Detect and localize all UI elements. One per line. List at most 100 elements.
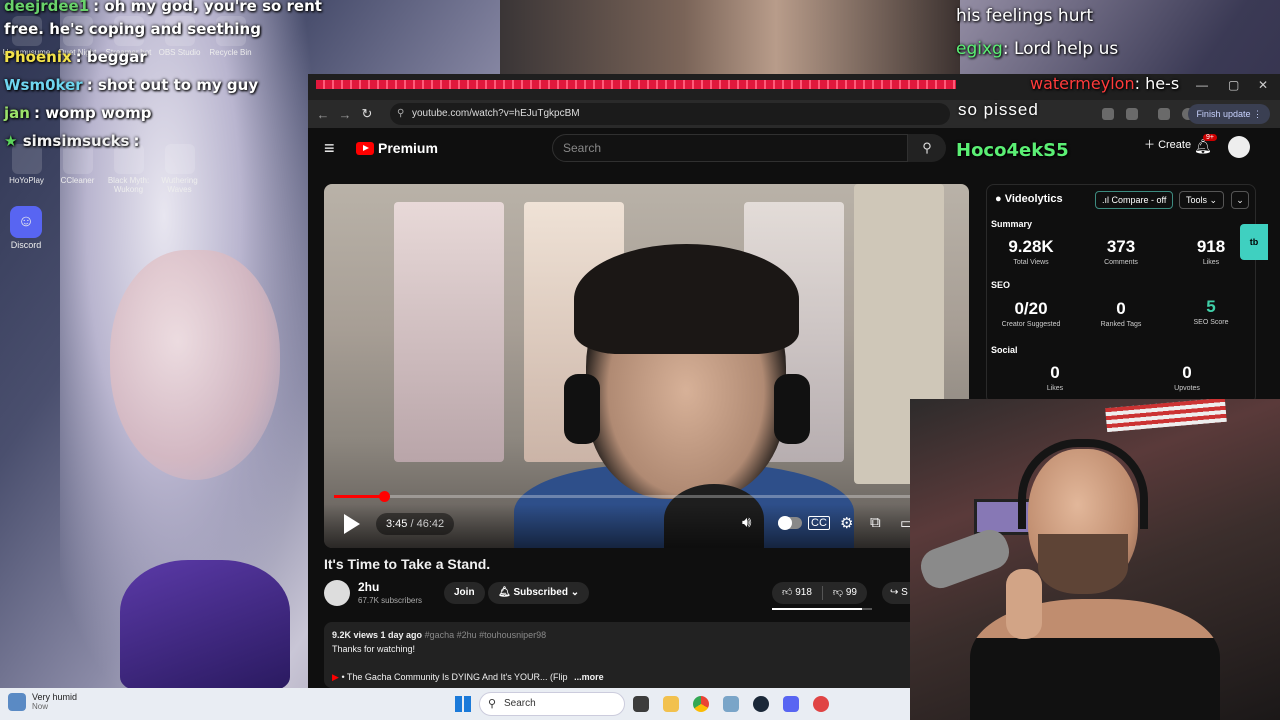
youtube-header: ≡ Premium Search ⚲ ＋ Create 🔔︎ 9+ (308, 128, 1280, 170)
desktop-icon-ccleaner[interactable]: CCleaner (53, 144, 102, 194)
chat-text: womp womp (45, 104, 152, 122)
wall-flag (1105, 399, 1227, 433)
wallpaper-character-face (110, 250, 280, 480)
like-dislike-group: 👍︎ 918 👎︎ 99 (772, 582, 867, 604)
extension-icon[interactable] (1158, 108, 1170, 120)
chat-text: free. he's coping and seething (4, 20, 261, 38)
chat-username: Wsm0ker (4, 76, 83, 94)
chat-message: deejrdee1: oh my god, you're so rent (4, 0, 322, 15)
notification-badge: 9+ (1203, 134, 1217, 141)
miniplayer-icon[interactable]: ⧉ (870, 514, 881, 531)
hamburger-menu-icon[interactable]: ≡ (324, 138, 335, 159)
progress-bar[interactable] (334, 491, 959, 502)
weather-widget[interactable]: Very humid Now (8, 692, 77, 711)
videolytics-logo-icon: ● (995, 193, 1002, 205)
play-button[interactable] (340, 512, 362, 536)
headphone-right (774, 374, 810, 444)
progress-scrubber[interactable] (379, 491, 390, 502)
subscribed-button[interactable]: 🔔︎ Subscribed ⌄ (488, 582, 590, 604)
chevron-down-icon: ⌄ (1209, 195, 1218, 205)
chat-message: Wsm0ker: shot out to my guy (4, 76, 259, 94)
finish-update-label: Finish update (1196, 109, 1251, 119)
settings-gear-icon[interactable]: ⚙ (840, 514, 853, 532)
streamer-hand (1006, 569, 1042, 639)
autoplay-toggle[interactable] (778, 516, 802, 530)
chat-username: watermeylon (1030, 74, 1135, 93)
stat-likes: 918 Likes (1171, 237, 1251, 266)
windows-start-icon[interactable] (455, 696, 471, 712)
chrome-icon[interactable] (693, 696, 709, 712)
maximize-icon[interactable]: ▢ (1228, 78, 1239, 92)
hashtags[interactable]: #gacha #2hu #touhousniper98 (425, 630, 547, 640)
forward-icon[interactable]: → (334, 107, 356, 122)
close-icon[interactable]: ✕ (1258, 78, 1268, 92)
desktop-icon-discord[interactable]: ☺ Discord (6, 206, 46, 250)
like-button[interactable]: 👍︎ 918 (772, 582, 822, 604)
stat-label: Likes (1202, 259, 1220, 266)
related-video-link[interactable]: • The Gacha Community Is DYING And It's … (341, 672, 567, 682)
desktop-icon-label: Wuthering Waves (161, 176, 198, 194)
videolytics-side-tab[interactable]: tb (1240, 224, 1268, 260)
volume-icon[interactable]: 🔊︎ (742, 514, 751, 531)
chat-text: Lord help us (1013, 39, 1119, 59)
chat-message: egixg: Lord help us (956, 39, 1119, 59)
stat-label: Creator Suggested (1001, 321, 1061, 328)
browser-tabs[interactable] (316, 80, 956, 89)
tools-dropdown[interactable]: Tools ⌄ (1179, 191, 1225, 209)
chat-message: free. he's coping and seething (4, 20, 261, 38)
finish-update-button[interactable]: Finish update ⋮ (1188, 104, 1270, 124)
search-input[interactable]: Search (552, 134, 908, 162)
desktop-icon-hoyoplay[interactable]: HoYoPlay (2, 144, 51, 194)
wall-poster (394, 202, 504, 462)
desktop-icon-label: HoYoPlay (9, 176, 44, 185)
stat-value: 5 (1206, 297, 1216, 316)
desktop-icon-wuthering-waves[interactable]: Wuthering Waves (155, 144, 204, 194)
file-explorer-icon[interactable] (663, 696, 679, 712)
description-box[interactable]: 9.2K views 1 day ago #gacha #2hu #touhou… (324, 622, 954, 688)
chat-text: shot out to my guy (97, 76, 259, 94)
chat-message: ★ simsimsucks: (4, 132, 140, 150)
weather-subtext: Now (32, 702, 49, 711)
chat-username: simsimsucks (22, 132, 130, 150)
like-ratio-fill (772, 608, 862, 610)
compare-toggle-button[interactable]: .ıl Compare - off (1095, 191, 1174, 209)
videolytics-panel: ● Videolytics .ıl Compare - off Tools ⌄ … (986, 184, 1256, 404)
youtube-logo[interactable]: Premium (356, 140, 438, 156)
captions-icon[interactable]: CC (808, 516, 830, 530)
app-icon[interactable] (723, 696, 739, 712)
discord-icon[interactable] (783, 696, 799, 712)
address-bar[interactable]: ⚲ youtube.com/watch?v=hEJuTgkpcBM (390, 103, 950, 125)
chat-text: oh my god, you're so rent (104, 0, 322, 15)
subscriber-count: 67.7K subscribers (358, 596, 423, 605)
videolytics-title-text: Videolytics (1004, 193, 1063, 205)
back-icon[interactable]: ← (312, 107, 334, 122)
show-more-button[interactable]: ...more (574, 672, 604, 682)
taskbar-search[interactable]: ⚲ Search (479, 692, 625, 716)
headphone-left (564, 374, 600, 444)
reload-icon[interactable]: ↻ (356, 106, 378, 122)
collapse-button[interactable]: ⌄ (1231, 191, 1249, 209)
create-button[interactable]: ＋ Create (1144, 136, 1191, 152)
join-button[interactable]: Join (444, 582, 485, 604)
thumbs-up-icon: 👍︎ (782, 587, 793, 598)
summary-heading: Summary (991, 219, 1033, 229)
task-view-icon[interactable] (633, 696, 649, 712)
time-display: 3:45 / 46:42 (376, 513, 455, 535)
stat-ranked-tags: 0 Ranked Tags (1081, 299, 1161, 328)
weather-icon (8, 692, 26, 711)
search-button[interactable]: ⚲ (908, 134, 946, 162)
site-info-icon[interactable]: ⚲ (397, 103, 404, 125)
avatar[interactable] (1228, 136, 1250, 158)
extension-icon[interactable] (1126, 108, 1138, 120)
dislike-button[interactable]: 👎︎ 99 (823, 582, 867, 604)
app-icon[interactable] (813, 696, 829, 712)
steam-icon[interactable] (753, 696, 769, 712)
chat-message: jan: womp womp (4, 104, 152, 122)
desktop-icon-black-myth-wukong[interactable]: Black Myth: Wukong (104, 144, 153, 194)
extension-icon[interactable] (1102, 108, 1114, 120)
channel-name[interactable]: 2hu (358, 580, 379, 594)
channel-avatar[interactable] (324, 580, 350, 606)
minimize-icon[interactable]: — (1196, 78, 1208, 92)
wallpaper-character-outfit (120, 560, 290, 690)
video-player[interactable]: 3:45 / 46:42 🔊︎ CC ⚙ ⧉ ▭ (324, 184, 969, 548)
